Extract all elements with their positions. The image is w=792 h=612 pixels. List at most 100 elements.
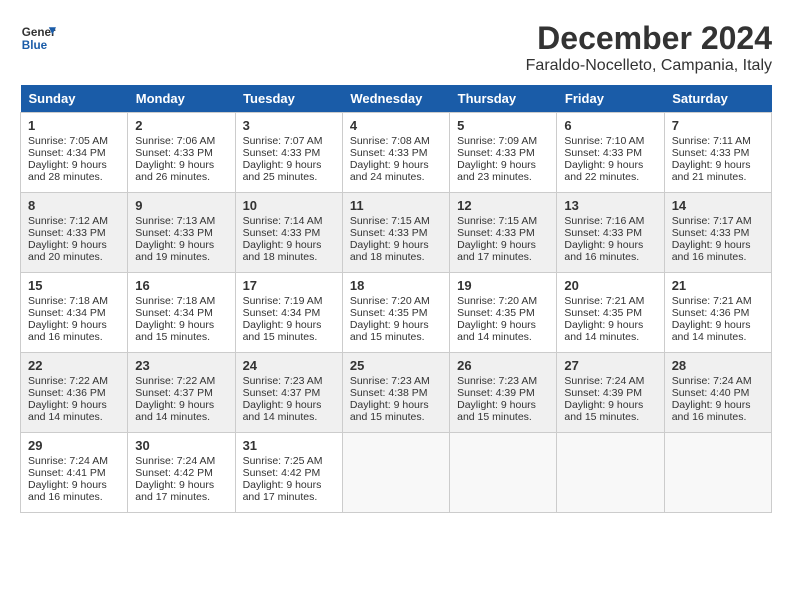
calendar-cell: 18Sunrise: 7:20 AMSunset: 4:35 PMDayligh… bbox=[342, 273, 449, 353]
day-info-line: and 14 minutes. bbox=[672, 331, 764, 343]
calendar-cell: 6Sunrise: 7:10 AMSunset: 4:33 PMDaylight… bbox=[557, 113, 664, 193]
day-info-line: Sunrise: 7:22 AM bbox=[135, 375, 227, 387]
calendar-cell: 15Sunrise: 7:18 AMSunset: 4:34 PMDayligh… bbox=[21, 273, 128, 353]
day-info-line: Daylight: 9 hours bbox=[135, 239, 227, 251]
day-info-line: Sunrise: 7:21 AM bbox=[564, 295, 656, 307]
day-info-line: Sunrise: 7:11 AM bbox=[672, 135, 764, 147]
day-info-line: and 15 minutes. bbox=[564, 411, 656, 423]
day-info-line: and 14 minutes. bbox=[135, 411, 227, 423]
day-info-line: Sunrise: 7:23 AM bbox=[457, 375, 549, 387]
day-header-wednesday: Wednesday bbox=[342, 85, 449, 113]
calendar-cell: 7Sunrise: 7:11 AMSunset: 4:33 PMDaylight… bbox=[664, 113, 771, 193]
day-info-line: Sunset: 4:33 PM bbox=[243, 147, 335, 159]
day-info-line: Sunrise: 7:24 AM bbox=[28, 455, 120, 467]
day-info-line: Sunset: 4:35 PM bbox=[564, 307, 656, 319]
header: General Blue December 2024 Faraldo-Nocel… bbox=[20, 20, 772, 75]
day-info-line: Daylight: 9 hours bbox=[457, 319, 549, 331]
day-number: 24 bbox=[243, 358, 335, 373]
calendar-cell: 31Sunrise: 7:25 AMSunset: 4:42 PMDayligh… bbox=[235, 433, 342, 513]
day-number: 30 bbox=[135, 438, 227, 453]
day-info-line: Sunrise: 7:17 AM bbox=[672, 215, 764, 227]
day-info-line: and 15 minutes. bbox=[135, 331, 227, 343]
day-info-line: Sunset: 4:33 PM bbox=[350, 147, 442, 159]
calendar-cell: 5Sunrise: 7:09 AMSunset: 4:33 PMDaylight… bbox=[450, 113, 557, 193]
day-info-line: and 28 minutes. bbox=[28, 171, 120, 183]
day-number: 15 bbox=[28, 278, 120, 293]
day-info-line: Daylight: 9 hours bbox=[672, 399, 764, 411]
calendar-cell: 28Sunrise: 7:24 AMSunset: 4:40 PMDayligh… bbox=[664, 353, 771, 433]
day-number: 12 bbox=[457, 198, 549, 213]
day-info-line: Sunset: 4:33 PM bbox=[135, 227, 227, 239]
day-info-line: Daylight: 9 hours bbox=[28, 239, 120, 251]
calendar-week-row: 29Sunrise: 7:24 AMSunset: 4:41 PMDayligh… bbox=[21, 433, 772, 513]
calendar-cell: 21Sunrise: 7:21 AMSunset: 4:36 PMDayligh… bbox=[664, 273, 771, 353]
day-info-line: and 24 minutes. bbox=[350, 171, 442, 183]
calendar-cell: 24Sunrise: 7:23 AMSunset: 4:37 PMDayligh… bbox=[235, 353, 342, 433]
day-info-line: Sunrise: 7:24 AM bbox=[672, 375, 764, 387]
day-number: 25 bbox=[350, 358, 442, 373]
calendar-cell: 4Sunrise: 7:08 AMSunset: 4:33 PMDaylight… bbox=[342, 113, 449, 193]
day-info-line: and 18 minutes. bbox=[350, 251, 442, 263]
calendar-cell: 16Sunrise: 7:18 AMSunset: 4:34 PMDayligh… bbox=[128, 273, 235, 353]
day-number: 2 bbox=[135, 118, 227, 133]
day-info-line: and 16 minutes. bbox=[672, 411, 764, 423]
day-number: 1 bbox=[28, 118, 120, 133]
day-info-line: Sunrise: 7:09 AM bbox=[457, 135, 549, 147]
day-info-line: Daylight: 9 hours bbox=[564, 159, 656, 171]
day-info-line: Sunset: 4:33 PM bbox=[28, 227, 120, 239]
day-info-line: Sunrise: 7:24 AM bbox=[564, 375, 656, 387]
calendar-cell: 3Sunrise: 7:07 AMSunset: 4:33 PMDaylight… bbox=[235, 113, 342, 193]
day-info-line: Daylight: 9 hours bbox=[350, 399, 442, 411]
calendar-cell: 14Sunrise: 7:17 AMSunset: 4:33 PMDayligh… bbox=[664, 193, 771, 273]
logo: General Blue bbox=[20, 20, 56, 56]
day-info-line: Daylight: 9 hours bbox=[28, 399, 120, 411]
day-info-line: Sunset: 4:36 PM bbox=[672, 307, 764, 319]
svg-text:Blue: Blue bbox=[22, 39, 48, 52]
calendar-cell: 19Sunrise: 7:20 AMSunset: 4:35 PMDayligh… bbox=[450, 273, 557, 353]
day-info-line: Sunset: 4:33 PM bbox=[457, 227, 549, 239]
day-info-line: Daylight: 9 hours bbox=[243, 479, 335, 491]
day-info-line: Sunset: 4:34 PM bbox=[28, 307, 120, 319]
day-info-line: Sunset: 4:36 PM bbox=[28, 387, 120, 399]
day-info-line: Daylight: 9 hours bbox=[135, 479, 227, 491]
calendar-week-row: 15Sunrise: 7:18 AMSunset: 4:34 PMDayligh… bbox=[21, 273, 772, 353]
day-info-line: Sunrise: 7:20 AM bbox=[350, 295, 442, 307]
day-info-line: and 17 minutes. bbox=[135, 491, 227, 503]
day-info-line: Sunset: 4:35 PM bbox=[457, 307, 549, 319]
day-info-line: Sunrise: 7:25 AM bbox=[243, 455, 335, 467]
day-info-line: Daylight: 9 hours bbox=[457, 159, 549, 171]
day-info-line: Sunset: 4:35 PM bbox=[350, 307, 442, 319]
day-number: 13 bbox=[564, 198, 656, 213]
day-info-line: Daylight: 9 hours bbox=[457, 239, 549, 251]
day-info-line: Sunrise: 7:12 AM bbox=[28, 215, 120, 227]
day-info-line: Sunrise: 7:06 AM bbox=[135, 135, 227, 147]
day-number: 9 bbox=[135, 198, 227, 213]
location-title: Faraldo-Nocelleto, Campania, Italy bbox=[526, 57, 772, 75]
day-number: 3 bbox=[243, 118, 335, 133]
day-info-line: and 15 minutes. bbox=[350, 411, 442, 423]
day-info-line: and 15 minutes. bbox=[243, 331, 335, 343]
day-info-line: and 16 minutes. bbox=[28, 331, 120, 343]
day-info-line: Daylight: 9 hours bbox=[28, 319, 120, 331]
day-info-line: and 17 minutes. bbox=[243, 491, 335, 503]
logo-icon: General Blue bbox=[20, 20, 56, 56]
day-info-line: Sunset: 4:33 PM bbox=[564, 147, 656, 159]
day-info-line: Sunrise: 7:19 AM bbox=[243, 295, 335, 307]
day-info-line: Sunset: 4:39 PM bbox=[457, 387, 549, 399]
day-info-line: Sunset: 4:34 PM bbox=[28, 147, 120, 159]
day-info-line: and 16 minutes. bbox=[672, 251, 764, 263]
day-info-line: Daylight: 9 hours bbox=[28, 159, 120, 171]
day-info-line: Sunset: 4:39 PM bbox=[564, 387, 656, 399]
day-info-line: Daylight: 9 hours bbox=[243, 239, 335, 251]
day-info-line: Sunrise: 7:10 AM bbox=[564, 135, 656, 147]
day-number: 29 bbox=[28, 438, 120, 453]
day-number: 8 bbox=[28, 198, 120, 213]
day-info-line: and 14 minutes. bbox=[243, 411, 335, 423]
day-number: 11 bbox=[350, 198, 442, 213]
day-info-line: and 15 minutes. bbox=[457, 411, 549, 423]
day-number: 16 bbox=[135, 278, 227, 293]
title-area: December 2024 Faraldo-Nocelleto, Campani… bbox=[526, 20, 772, 75]
day-info-line: and 21 minutes. bbox=[672, 171, 764, 183]
day-info-line: Sunset: 4:37 PM bbox=[243, 387, 335, 399]
day-info-line: Daylight: 9 hours bbox=[243, 319, 335, 331]
